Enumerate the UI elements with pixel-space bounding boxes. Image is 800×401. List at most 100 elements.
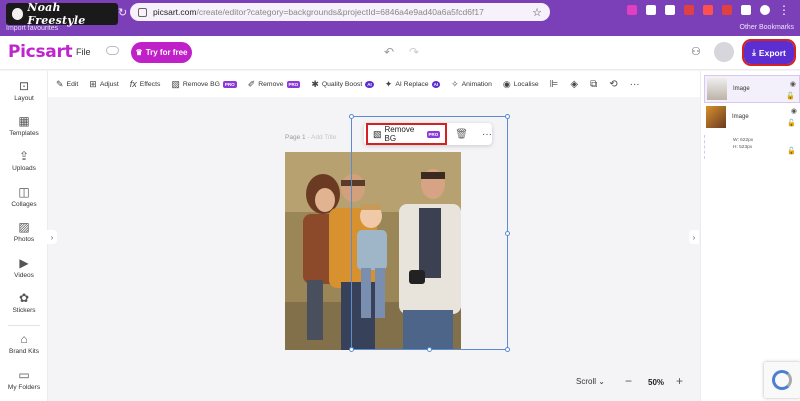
- other-bookmarks-link[interactable]: Other Bookmarks: [740, 24, 794, 31]
- lock-icon[interactable]: 🔓: [787, 119, 796, 127]
- more-options-icon[interactable]: ···: [482, 129, 492, 140]
- replace-icon[interactable]: ⟲: [609, 79, 617, 90]
- sidebar-item-my-folders[interactable]: ▭ My Folders: [0, 369, 48, 391]
- try-for-free-button[interactable]: ♛ Try for free: [131, 42, 192, 63]
- extension-icon[interactable]: [684, 5, 694, 15]
- delete-icon[interactable]: 🗑: [455, 129, 468, 140]
- floating-toolbar: ▧ Remove BG PRO 🗑 ···: [364, 123, 492, 145]
- layer-dimensions: W: 622px H: 523px 🔓: [704, 135, 798, 159]
- tool-edit[interactable]: ✎ Edit: [56, 79, 78, 90]
- resize-handle[interactable]: [427, 347, 432, 352]
- extension-icon[interactable]: [741, 5, 751, 15]
- picsart-logo[interactable]: Picsart: [8, 42, 73, 62]
- page-number: Page 1: [285, 134, 306, 141]
- recaptcha-badge[interactable]: [764, 362, 800, 398]
- collages-icon: ◫: [18, 185, 30, 199]
- sidebar-item-uploads[interactable]: ⇪ Uploads: [0, 150, 48, 172]
- sidebar-item-photos[interactable]: ▨ Photos: [0, 221, 48, 243]
- zoom-level[interactable]: 50%: [648, 378, 664, 387]
- resize-handle[interactable]: [505, 231, 510, 236]
- tool-remove[interactable]: ✐ Remove PRO: [248, 79, 301, 90]
- resize-handle[interactable]: [349, 347, 354, 352]
- avatar[interactable]: [714, 42, 734, 62]
- effects-icon: fx: [129, 79, 137, 89]
- scroll-mode-select[interactable]: Scroll ⌄: [576, 377, 605, 386]
- tool-remove-bg[interactable]: ▧ Remove BG PRO: [171, 79, 237, 90]
- lock-icon[interactable]: 🔓: [786, 92, 795, 100]
- visibility-icon[interactable]: ◉: [791, 107, 797, 115]
- tool-label: Remove: [258, 80, 284, 88]
- sidebar-item-templates[interactable]: ▦ Templates: [0, 115, 48, 137]
- layers-order-icon[interactable]: ⊫: [550, 79, 559, 90]
- layer-item[interactable]: Image ◉ 🔓: [704, 103, 800, 131]
- resize-handle[interactable]: [505, 114, 510, 119]
- layer-item[interactable]: Image ◉ 🔓: [704, 75, 800, 103]
- brand-logo-text: Noah Freestyle: [27, 1, 86, 27]
- floating-remove-bg-label: Remove BG: [384, 125, 415, 143]
- sidebar-item-label: Uploads: [12, 165, 36, 172]
- extension-icon[interactable]: [627, 5, 637, 15]
- tool-ai-replace[interactable]: ✦ AI Replace AI: [384, 78, 441, 90]
- tool-adjust[interactable]: ⊞ Adjust: [89, 79, 118, 90]
- site-info-icon[interactable]: [138, 7, 147, 17]
- tool-effects[interactable]: fx Effects: [130, 79, 161, 89]
- edit-toolbar: ✎ Edit ⊞ Adjust fx Effects ▧ Remove BG P…: [48, 71, 700, 97]
- extension-icon[interactable]: [722, 5, 732, 15]
- add-user-icon[interactable]: ⚇: [691, 45, 701, 58]
- sidebar-item-brand-kits[interactable]: ⌂ Brand Kits: [0, 333, 48, 355]
- browser-menu-icon[interactable]: ⋮: [778, 3, 790, 17]
- bookmark-star-icon[interactable]: ☆: [532, 6, 542, 19]
- sidebar-item-videos[interactable]: ▶ Videos: [0, 257, 48, 279]
- tool-localise[interactable]: ◉ Localise: [503, 79, 539, 90]
- pro-badge: PRO: [222, 80, 237, 88]
- ai-replace-icon: ✦: [384, 78, 393, 89]
- resize-handle[interactable]: [349, 114, 354, 119]
- sidebar-item-label: My Folders: [7, 384, 41, 391]
- floating-remove-bg-button[interactable]: ▧ Remove BG PRO: [366, 123, 448, 145]
- tool-label: Quality Boost: [321, 80, 363, 88]
- extension-icon[interactable]: [646, 5, 656, 15]
- lock-icon[interactable]: 🔓: [787, 147, 796, 155]
- export-button[interactable]: ⤓ Export: [742, 39, 796, 66]
- recaptcha-icon: [772, 370, 792, 390]
- sidebar-item-stickers[interactable]: ✿ Stickers: [0, 292, 48, 314]
- zoom-in-icon[interactable]: +: [676, 374, 683, 388]
- tool-quality-boost[interactable]: ✱ Quality Boost AI: [311, 79, 374, 90]
- cloud-sync-icon[interactable]: [106, 46, 119, 55]
- more-icon[interactable]: ···: [630, 79, 640, 90]
- import-favourites-link[interactable]: Import favourites: [6, 25, 58, 32]
- tool-animation[interactable]: ✧ Animation: [451, 79, 492, 90]
- sidebar-item-collages[interactable]: ◫ Collages: [0, 186, 48, 208]
- reload-icon[interactable]: ↻: [118, 6, 127, 19]
- crop-icon[interactable]: ⧉: [590, 79, 597, 90]
- brand-logo: Noah Freestyle: [6, 1, 118, 27]
- tool-label: AI Replace: [395, 80, 429, 88]
- layer-group-connector: [704, 135, 726, 159]
- extension-icon[interactable]: [703, 5, 713, 15]
- address-bar[interactable]: picsart.com/create/editor?category=backg…: [130, 3, 550, 21]
- visibility-icon[interactable]: ◉: [790, 80, 796, 88]
- app-header: Picsart File ♛ Try for free ↶ ↷ ⚇ ⤓ Expo…: [0, 36, 800, 70]
- zoom-out-icon[interactable]: −: [625, 374, 632, 388]
- profile-icon[interactable]: [760, 5, 770, 15]
- add-title-link[interactable]: - Add Title: [307, 134, 336, 141]
- sidebar-item-layout[interactable]: ⊡ Layout: [0, 80, 48, 102]
- sidebar-item-label: Templates: [9, 130, 39, 137]
- stickers-icon: ✿: [18, 291, 30, 305]
- resize-handle[interactable]: [505, 347, 510, 352]
- try-for-free-label: Try for free: [145, 48, 188, 57]
- eraser-icon[interactable]: ◈: [570, 79, 578, 90]
- redo-icon[interactable]: ↷: [409, 45, 419, 59]
- extension-icon[interactable]: [665, 5, 675, 15]
- uploads-icon: ⇪: [18, 149, 30, 163]
- collapse-right-panel-icon[interactable]: ›: [689, 230, 699, 244]
- layer-name: Image: [733, 86, 750, 92]
- selection-box[interactable]: [349, 114, 510, 352]
- left-sidebar: ⊡ Layout ▦ Templates ⇪ Uploads ◫ Collage…: [0, 71, 48, 401]
- edit-icon: ✎: [56, 78, 64, 89]
- undo-icon[interactable]: ↶: [384, 45, 394, 59]
- collapse-left-panel-icon[interactable]: ›: [47, 230, 57, 244]
- file-menu[interactable]: File: [76, 47, 91, 57]
- url-path: /create/editor?category=backgrounds&proj…: [196, 7, 484, 17]
- export-label: Export: [758, 47, 786, 58]
